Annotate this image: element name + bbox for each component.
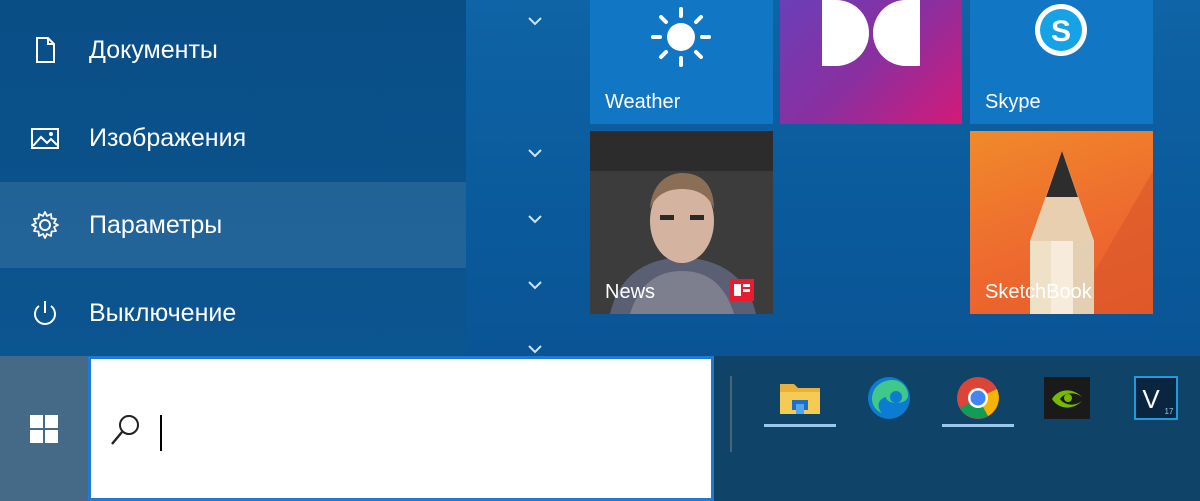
start-item-settings[interactable]: Параметры [0,182,466,268]
tile-skype[interactable]: S Skype [970,0,1153,124]
sun-icon [651,7,711,67]
tile-news[interactable]: News [590,131,773,314]
nvidia-icon [1044,377,1090,419]
tile-dolby[interactable] [780,0,962,124]
folder-icon [780,384,820,414]
chevron-down-icon[interactable] [524,278,546,292]
tile-label: SketchBook [985,281,1092,303]
taskbar-app-nvidia[interactable] [1031,368,1103,428]
start-item-label: Выключение [89,298,237,327]
dolby-logo [822,0,920,66]
taskbar-app-file-explorer[interactable] [764,368,836,428]
tile-weather[interactable]: Weather [590,0,773,124]
windows-logo-icon [30,414,58,443]
skype-logo: S [1035,4,1087,56]
taskbar-app-edge[interactable] [853,368,925,428]
chevron-down-icon[interactable] [524,146,546,160]
document-icon [36,37,55,63]
search-icon [111,415,139,445]
tile-label: Skype [985,91,1041,113]
text-caret [160,415,162,451]
running-indicator [942,424,1014,427]
start-item-label: Параметры [89,210,223,239]
tile-sketchbook[interactable]: SketchBook [970,131,1153,314]
taskbar-app-v[interactable]: V 17 [1120,368,1192,428]
pictures-icon [31,128,59,149]
start-item-documents[interactable]: Документы [0,7,466,93]
chrome-icon [957,377,999,419]
edge-icon [868,377,910,419]
power-icon [34,301,56,325]
tile-label: News [605,281,656,303]
start-item-label: Документы [89,35,218,64]
running-indicator [764,424,836,427]
svg-text:17: 17 [1165,407,1174,416]
search-input[interactable] [88,356,714,501]
start-item-pictures[interactable]: Изображения [0,95,466,181]
gear-icon [31,211,59,239]
chevron-down-icon[interactable] [524,212,546,226]
taskbar-app-chrome[interactable] [942,368,1014,428]
start-button[interactable] [0,356,88,501]
news-badge-icon [730,279,754,301]
taskbar-separator [730,376,732,452]
start-item-label: Изображения [89,123,247,152]
svg-text:S: S [1051,15,1071,48]
tile-label: Weather [605,91,681,113]
v-app-icon: V 17 [1134,376,1178,420]
chevron-down-icon[interactable] [524,14,546,28]
chevron-down-icon[interactable] [524,342,546,356]
start-item-power[interactable]: Выключение [0,270,466,356]
svg-text:V: V [1142,384,1160,414]
